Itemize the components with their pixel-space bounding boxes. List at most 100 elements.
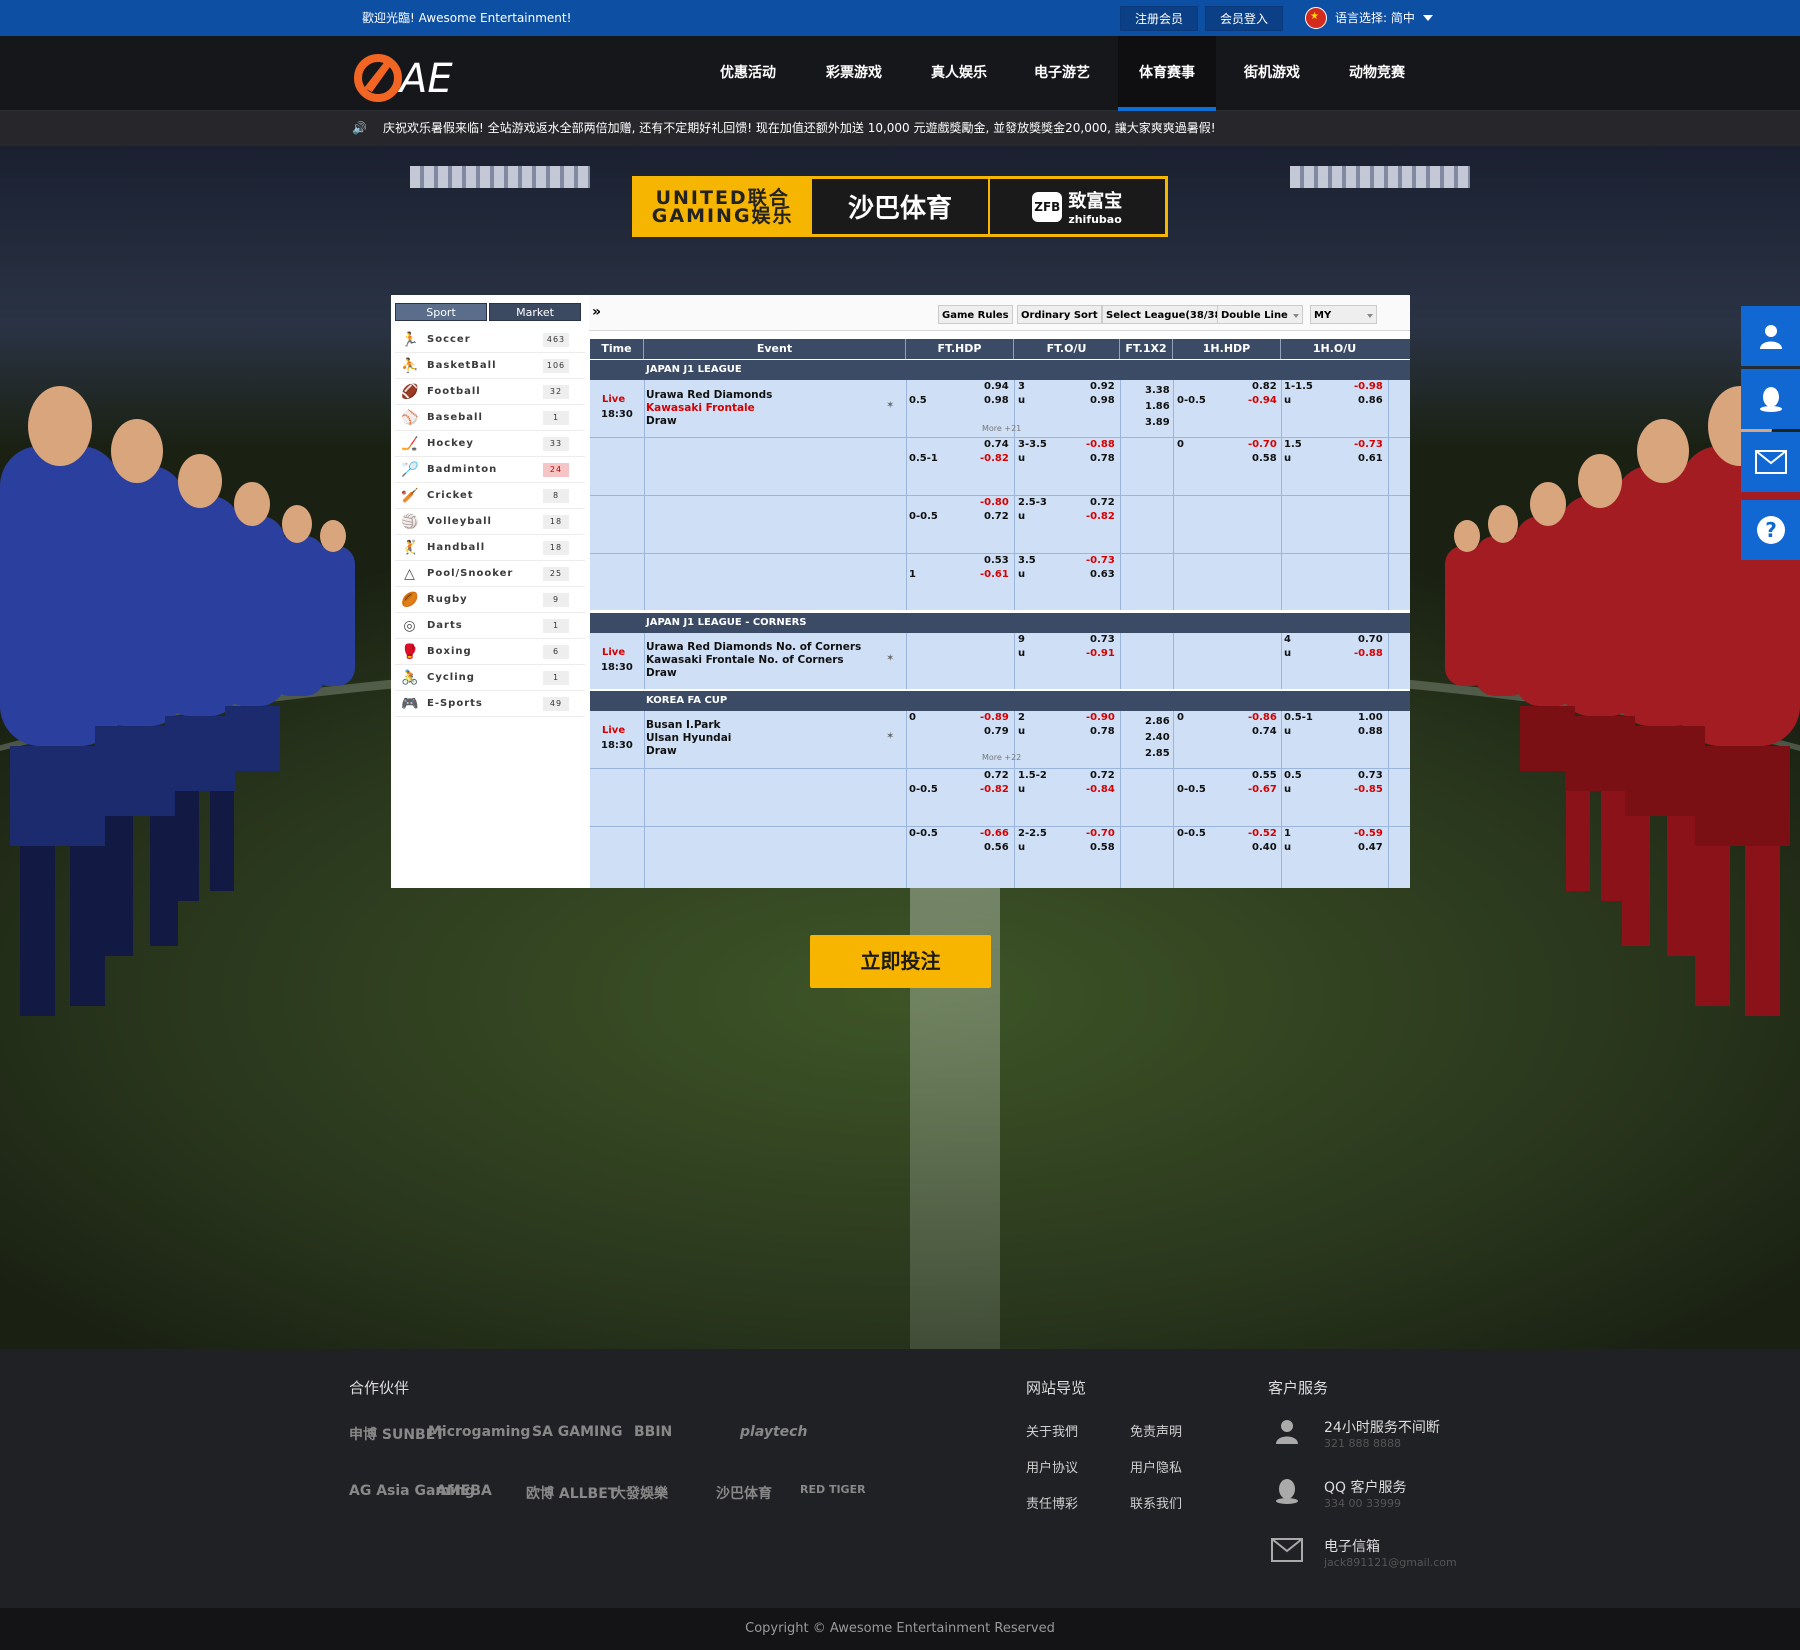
draw-label: Draw — [646, 415, 677, 427]
odds-toolbar: » Game Rules Ordinary Sort Select League… — [589, 295, 1410, 331]
soccer-icon: 🏃 — [401, 332, 420, 348]
sport-item-badminton[interactable]: 🏸 Badminton 24 — [395, 457, 585, 483]
partner-logo: SA GAMING — [532, 1424, 623, 1440]
nav-sports[interactable]: 体育赛事 — [1118, 36, 1216, 111]
sport-list: 🏃 Soccer 463 ⛹ BasketBall 106 🏈 Football 32 ⚾ B… — [395, 327, 585, 717]
league-header: JAPAN J1 LEAGUE — [590, 360, 1410, 380]
cycling-icon: 🚴 — [401, 670, 420, 686]
language-selector[interactable]: 语言选择: 简中 — [1305, 0, 1433, 36]
qq-support-icon — [1270, 1476, 1304, 1510]
partners-title: 合作伙伴 — [349, 1379, 410, 1397]
cricket-icon: 🏏 — [401, 488, 420, 504]
partner-logo: Microgaming — [428, 1424, 531, 1440]
login-button[interactable]: 会员登入 — [1205, 6, 1284, 31]
announcement-text: 庆祝欢乐暑假来临! 全站游戏返水全部两倍加赠, 还有不定期好礼回馈! 现在加值还… — [383, 121, 1216, 135]
provider-saba[interactable]: 沙巴体育 — [810, 179, 990, 234]
game-rules-button[interactable]: Game Rules — [938, 305, 1013, 324]
table-row: 0-0.5 -0.66 0.56 2-2.5 u -0.70 0.58 0-0.… — [909, 828, 1383, 853]
link-disclaimer[interactable]: 免责声明 — [1130, 1421, 1182, 1440]
link-responsible[interactable]: 责任博彩 — [1026, 1493, 1078, 1512]
favorite-icon[interactable]: ✶ — [886, 731, 894, 742]
sport-item-boxing[interactable]: 🥊 Boxing 6 — [395, 639, 585, 665]
sport-item-hockey[interactable]: 🏒 Hockey 33 — [395, 431, 585, 457]
odds-type-select[interactable]: MY — [1310, 305, 1377, 324]
partner-logo: RED TIGER — [800, 1483, 866, 1496]
line-select[interactable]: Double Line — [1217, 305, 1303, 324]
sport-item-cricket[interactable]: 🏏 Cricket 8 — [395, 483, 585, 509]
united-line2: GAMING娱乐 — [651, 204, 794, 227]
more-bets-link[interactable]: More +21 — [982, 424, 1021, 433]
footer: 合作伙伴 申博 SUNBET Microgaming SA GAMING BBI… — [0, 1349, 1800, 1608]
sort-button[interactable]: Ordinary Sort — [1017, 305, 1102, 324]
qq-icon[interactable] — [1741, 369, 1800, 429]
ae-logo[interactable]: AE — [350, 44, 480, 106]
more-bets-link[interactable]: More +22 — [982, 753, 1021, 762]
event-teams[interactable]: Busan I.Park Ulsan Hyundai Draw — [646, 719, 731, 758]
boxing-icon: 🥊 — [401, 644, 420, 660]
select-league-button[interactable]: Select League(38/38) — [1102, 305, 1230, 324]
esports-icon: 🎮 — [401, 696, 420, 712]
sport-sidebar: Sport Market 🏃 Soccer 463 ⛹ BasketBall 106 🏈… — [391, 295, 589, 888]
help-icon[interactable]: ? — [1741, 500, 1800, 560]
zfb-title: 致富宝 — [1068, 191, 1123, 212]
favorite-icon[interactable]: ✶ — [886, 653, 894, 664]
service-email-address[interactable]: jack891121@gmail.com — [1324, 1556, 1457, 1569]
partner-logo: AMEBA — [436, 1483, 492, 1499]
col-1h-ou: 1H.O/U — [1312, 342, 1357, 355]
sport-item-volleyball[interactable]: 🏐 Volleyball 18 — [395, 509, 585, 535]
nav-promotions[interactable]: 优惠活动 — [700, 36, 796, 111]
sport-item-cycling[interactable]: 🚴 Cycling 1 — [395, 665, 585, 691]
event-teams[interactable]: Urawa Red Diamonds Kawasaki Frontale Dra… — [646, 389, 772, 428]
service-title: 客户服务 — [1268, 1379, 1329, 1397]
table-row: Live 18:30 Busan I.Park Ulsan Hyundai Dr… — [590, 711, 1410, 769]
bet-now-button[interactable]: 立即投注 — [810, 935, 991, 988]
service-qq-number: 334 00 33999 — [1324, 1497, 1401, 1510]
league-header: KOREA FA CUP — [590, 691, 1410, 711]
nav-slots[interactable]: 电子游艺 — [1014, 36, 1110, 111]
sport-item-soccer[interactable]: 🏃 Soccer 463 — [395, 327, 585, 353]
provider-zhifubao[interactable]: ZFB 致富宝 zhifubao — [989, 179, 1165, 234]
china-flag-icon — [1305, 7, 1327, 29]
expand-icon[interactable]: » — [592, 304, 601, 320]
welcome-text: 歡迎光臨! Awesome Entertainment! — [362, 11, 572, 25]
nav-lottery[interactable]: 彩票游戏 — [806, 36, 902, 111]
sport-item-football[interactable]: 🏈 Football 32 — [395, 379, 585, 405]
mail-icon[interactable] — [1741, 432, 1800, 492]
match-time: 18:30 — [601, 662, 633, 673]
link-privacy[interactable]: 用户隐私 — [1130, 1457, 1182, 1476]
event-teams[interactable]: Urawa Red Diamonds No. of Corners Kawasa… — [646, 641, 861, 680]
league-header: JAPAN J1 LEAGUE - CORNERS — [590, 613, 1410, 633]
match-block: Live 18:30 Busan I.Park Ulsan Hyundai Dr… — [590, 711, 1410, 888]
col-event: Event — [644, 339, 906, 359]
partner-logo: 欧博 ALLBET — [526, 1486, 618, 1502]
table-row: 1 0.53 -0.61 3.5 u -0.73 0.63 — [909, 555, 1115, 580]
table-row: 0-0.5 0.72 -0.82 1.5-2 u 0.72 -0.84 0-0.… — [590, 769, 1410, 827]
link-contact[interactable]: 联系我们 — [1130, 1493, 1182, 1512]
match-time: 18:30 — [601, 740, 633, 751]
nav-arcade[interactable]: 街机游戏 — [1224, 36, 1320, 111]
service-hours: 24小时服务不间断 — [1324, 1420, 1440, 1436]
sport-item-darts[interactable]: ◎ Darts 1 — [395, 613, 585, 639]
sport-item-esports[interactable]: 🎮 E-Sports 49 — [395, 691, 585, 717]
table-header: Time Event FT.HDP FT.O/U FT.1X2 1H.HDP 1… — [590, 339, 1410, 359]
sport-item-handball[interactable]: 🤾 Handball 18 — [395, 535, 585, 561]
link-terms[interactable]: 用户协议 — [1026, 1457, 1078, 1476]
tab-sport[interactable]: Sport — [395, 303, 487, 321]
partner-logo: 沙巴体育 — [716, 1486, 772, 1502]
favorite-icon[interactable]: ✶ — [886, 400, 894, 411]
handball-icon: 🤾 — [401, 540, 420, 556]
sport-item-rugby[interactable]: 🏉 Rugby 9 — [395, 587, 585, 613]
tab-market[interactable]: Market — [489, 303, 581, 321]
support-agent-icon — [1270, 1416, 1304, 1450]
user-icon[interactable] — [1741, 306, 1800, 366]
sport-item-baseball[interactable]: ⚾ Baseball 1 — [395, 405, 585, 431]
register-button[interactable]: 注册会员 — [1120, 6, 1199, 31]
nav-animal-racing[interactable]: 动物竞赛 — [1329, 36, 1425, 111]
link-about[interactable]: 关于我們 — [1026, 1421, 1078, 1440]
sport-item-basketball[interactable]: ⛹ BasketBall 106 — [395, 353, 585, 379]
provider-united-gaming[interactable]: UNITED联合 GAMING娱乐 — [635, 179, 811, 234]
nav-live-casino[interactable]: 真人娱乐 — [911, 36, 1007, 111]
sport-item-snooker[interactable]: △ Pool/Snooker 25 — [395, 561, 585, 587]
col-1h-hdp: 1H.HDP — [1173, 339, 1281, 359]
basketball-icon: ⛹ — [401, 358, 420, 374]
